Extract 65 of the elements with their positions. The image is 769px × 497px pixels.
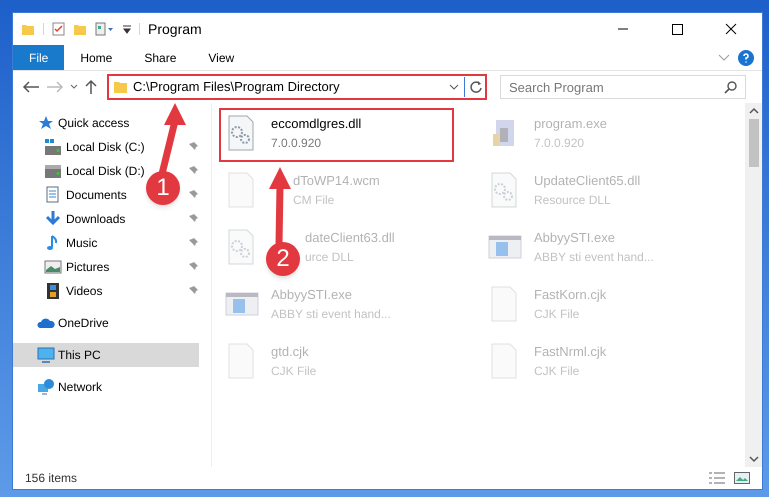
view-icon[interactable] <box>95 22 115 36</box>
file-name: program.exe <box>534 115 607 133</box>
file-detail: Resource DLL <box>534 192 612 208</box>
sidebar-item[interactable]: Documents <box>13 183 127 207</box>
film-icon <box>44 282 62 300</box>
window-title: Program <box>148 20 202 39</box>
file-detail: CJK File <box>534 306 580 322</box>
file-name: gtd.cjk <box>271 343 310 361</box>
file-name: dateClient63.dll <box>305 229 395 247</box>
details-view-icon[interactable] <box>708 471 726 485</box>
sidebar-item[interactable]: Quick access <box>13 111 130 135</box>
address-path: C:\Program Files\Program Directory <box>133 78 341 96</box>
file-name: FastKorn.cjk <box>534 286 606 304</box>
file-detail: 7.0.0.920 <box>271 134 322 152</box>
file-name: UpdateClient65.dll <box>534 172 640 190</box>
sidebar-item[interactable]: Local Disk (C:) <box>13 135 145 159</box>
back-arrow-icon[interactable] <box>21 80 41 94</box>
scroll-thumb[interactable] <box>748 119 758 167</box>
file-name: FastNrml.cjk <box>534 343 606 361</box>
file-detail: ABBY sti event hand... <box>534 248 654 266</box>
thumbnail-view-icon[interactable] <box>734 472 750 484</box>
chevron-icon[interactable] <box>718 54 730 62</box>
drive-icon <box>44 138 62 156</box>
search-field[interactable]: Search Program <box>500 75 746 99</box>
file-detail: CJK File <box>534 362 580 380</box>
sidebar-item[interactable]: This PC <box>13 343 199 367</box>
search-icon <box>724 80 738 94</box>
properties-icon[interactable] <box>52 22 65 36</box>
monitor-icon <box>37 346 55 364</box>
dropdown-icon[interactable] <box>448 82 460 92</box>
file-detail: 7.0.0.920 <box>534 134 586 152</box>
address-bar[interactable]: C:\Program Files\Program Directory <box>107 74 487 100</box>
down-arrow-icon <box>44 210 62 228</box>
sidebar-item[interactable]: Local Disk (D:) <box>13 159 145 183</box>
ribbon-tab[interactable]: View <box>192 45 250 70</box>
drive-icon <box>44 162 62 180</box>
scrollbar[interactable] <box>745 103 762 467</box>
sidebar-item[interactable]: Downloads <box>13 207 126 231</box>
scroll-down-icon[interactable] <box>748 455 758 463</box>
file-item[interactable]: eccomdlgres.dll 7.0.0.920 <box>219 108 454 162</box>
up-arrow-icon[interactable] <box>83 79 99 95</box>
picture-icon <box>44 258 62 276</box>
scroll-up-icon[interactable] <box>748 107 758 115</box>
ribbon-tab[interactable]: Share <box>128 45 192 70</box>
sidebar-item[interactable]: Videos <box>13 279 102 303</box>
help-icon[interactable] <box>738 50 754 66</box>
network-icon <box>37 378 55 396</box>
file-name: AbbyySTI.exe <box>271 286 353 304</box>
file-detail: urce DLL <box>305 248 355 266</box>
ribbon-tab[interactable]: File <box>13 45 64 70</box>
sidebar-item[interactable]: Pictures <box>13 255 110 279</box>
sidebar-item[interactable]: Network <box>13 375 102 399</box>
item-count: 156 items <box>25 470 78 487</box>
file-detail: CJK File <box>271 362 316 380</box>
file-name: dToWP14.wcm <box>293 172 380 190</box>
file-name: eccomdlgres.dll <box>271 115 362 133</box>
folder-icon <box>113 79 129 95</box>
file-detail: ABBY sti event hand... <box>271 306 391 322</box>
sidebar-item[interactable]: OneDrive <box>13 311 109 335</box>
file-name: AbbyySTI.exe <box>534 229 616 247</box>
ribbon-tab[interactable]: Home <box>64 45 128 70</box>
star-icon <box>37 114 55 132</box>
dropdown-icon[interactable] <box>123 24 131 34</box>
sidebar-item[interactable]: Music <box>13 231 98 255</box>
file-detail: CM File <box>293 192 336 208</box>
